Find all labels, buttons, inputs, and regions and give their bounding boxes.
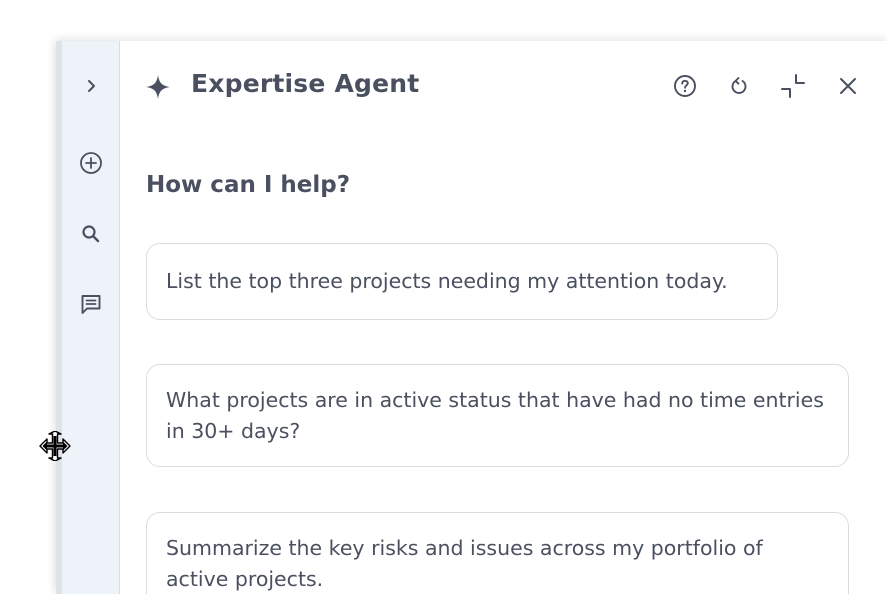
expand-button[interactable] — [76, 71, 106, 101]
help-icon — [674, 75, 696, 97]
close-icon — [840, 78, 856, 94]
suggestion-text: Summarize the key risks and issues acros… — [166, 536, 763, 591]
help-button[interactable] — [670, 71, 700, 101]
suggestion-card[interactable]: What projects are in active status that … — [146, 364, 849, 467]
resize-cursor-icon — [39, 431, 71, 461]
suggestion-text: What projects are in active status that … — [166, 387, 824, 443]
suggestion-card[interactable]: List the top three projects needing my a… — [146, 243, 778, 320]
main-content: Expertise Agent How can I help? List the… — [120, 41, 887, 594]
chevron-right-icon — [88, 80, 95, 92]
search-icon — [82, 225, 100, 243]
agent-panel: Expertise Agent How can I help? List the… — [56, 41, 887, 594]
chat-history-button[interactable] — [76, 289, 106, 319]
search-button[interactable] — [76, 219, 106, 249]
collapse-button[interactable] — [778, 71, 808, 101]
suggestion-card[interactable]: Summarize the key risks and issues acros… — [146, 512, 849, 594]
collapse-icon — [781, 74, 805, 98]
close-button[interactable] — [833, 71, 863, 101]
panel-title: Expertise Agent — [191, 69, 420, 98]
suggestion-text: List the top three projects needing my a… — [166, 269, 728, 293]
add-circle-icon — [80, 152, 102, 174]
greeting-heading: How can I help? — [146, 172, 351, 198]
sparkle-icon — [146, 75, 170, 99]
refresh-icon — [731, 77, 747, 94]
side-rail — [62, 41, 120, 594]
chat-icon — [81, 295, 101, 314]
new-chat-button[interactable] — [76, 148, 106, 178]
reset-button[interactable] — [724, 71, 754, 101]
